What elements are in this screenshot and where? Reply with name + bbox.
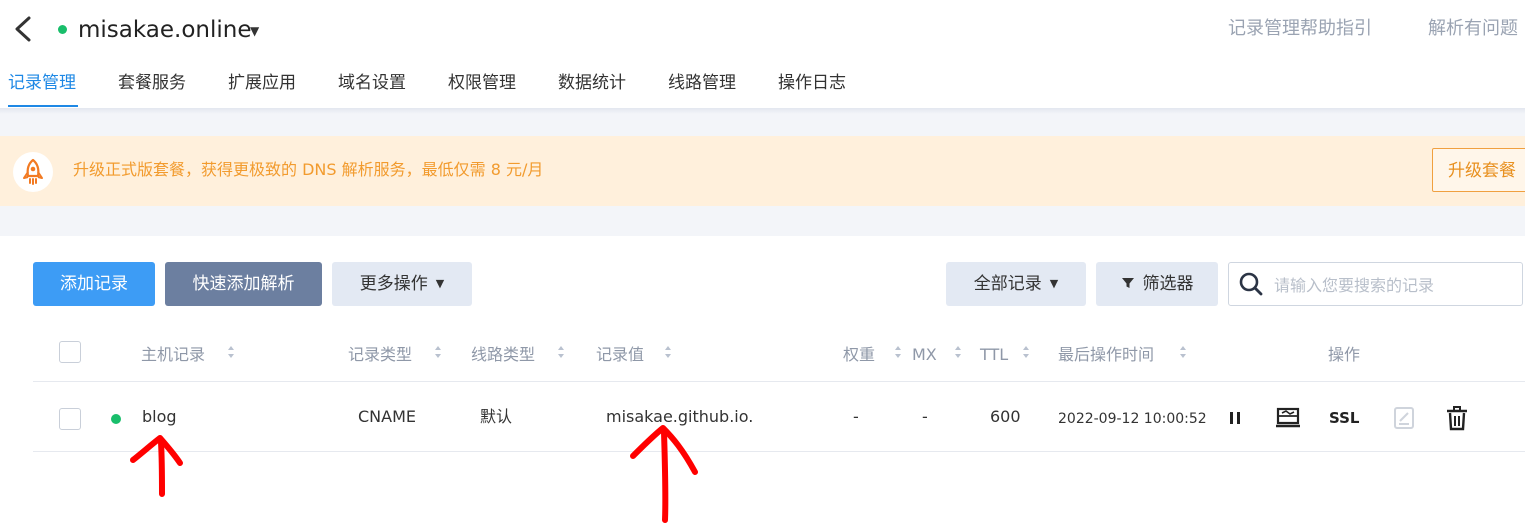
column-header-type[interactable]: 记录类型 xyxy=(348,343,412,367)
quick-add-label: 快速添加解析 xyxy=(192,274,295,294)
tab-domain-settings[interactable]: 域名设置 xyxy=(338,71,406,95)
all-records-label: 全部记录 xyxy=(973,274,1042,294)
annotation-arrow-value xyxy=(630,425,698,523)
resolution-issue-link[interactable]: 解析有问题 xyxy=(1428,16,1518,42)
more-operations-dropdown[interactable]: 更多操作 ▼ xyxy=(332,262,472,306)
pause-icon[interactable] xyxy=(1226,405,1244,431)
select-all-checkbox[interactable] xyxy=(59,341,81,363)
sort-icon[interactable] xyxy=(894,344,902,360)
more-operations-label: 更多操作 xyxy=(359,274,428,294)
active-tab-indicator xyxy=(8,105,78,107)
search-input[interactable] xyxy=(1272,268,1516,302)
domain-dropdown-caret-icon[interactable]: ▼ xyxy=(250,24,259,38)
cell-mx: - xyxy=(922,407,928,426)
sort-icon[interactable] xyxy=(434,344,442,360)
all-records-dropdown[interactable]: 全部记录 ▼ xyxy=(946,262,1086,306)
sort-icon[interactable] xyxy=(557,344,565,360)
record-enabled-status-dot xyxy=(111,414,121,424)
sort-icon[interactable] xyxy=(1022,344,1030,360)
table-header-divider xyxy=(33,381,1525,382)
column-header-host[interactable]: 主机记录 xyxy=(141,343,205,367)
tab-permissions[interactable]: 权限管理 xyxy=(448,71,516,95)
filter-button[interactable]: 筛选器 xyxy=(1096,262,1218,306)
column-header-ttl[interactable]: TTL xyxy=(980,343,1008,367)
tab-statistics[interactable]: 数据统计 xyxy=(558,71,626,95)
quick-add-resolution-button[interactable]: 快速添加解析 xyxy=(165,262,322,306)
column-header-actions: 操作 xyxy=(1328,345,1361,364)
tab-line-management[interactable]: 线路管理 xyxy=(668,71,736,95)
rocket-icon xyxy=(23,158,43,185)
domain-status-dot xyxy=(58,25,67,34)
monitor-icon[interactable] xyxy=(1274,405,1302,431)
add-record-button[interactable]: 添加记录 xyxy=(33,262,155,306)
search-icon[interactable] xyxy=(1238,271,1264,297)
column-header-mx[interactable]: MX xyxy=(912,343,937,367)
cell-line: 默认 xyxy=(480,407,513,426)
tab-extensions[interactable]: 扩展应用 xyxy=(228,71,296,95)
annotation-arrow-host xyxy=(130,435,183,497)
tab-package-service[interactable]: 套餐服务 xyxy=(118,71,186,95)
sort-icon[interactable] xyxy=(227,344,235,360)
upgrade-package-button[interactable]: 升级套餐 xyxy=(1432,148,1525,192)
cell-ttl: 600 xyxy=(990,407,1021,426)
funnel-icon xyxy=(1121,278,1134,288)
help-guide-link[interactable]: 记录管理帮助指引 xyxy=(1228,16,1372,42)
edit-icon[interactable] xyxy=(1392,405,1416,431)
column-header-weight[interactable]: 权重 xyxy=(843,343,875,367)
row-checkbox[interactable] xyxy=(59,408,81,430)
add-record-label: 添加记录 xyxy=(60,274,128,294)
table-row-divider xyxy=(33,451,1525,452)
tab-record-management[interactable]: 记录管理 xyxy=(8,71,76,95)
sort-icon[interactable] xyxy=(1179,344,1187,360)
banner-icon-circle xyxy=(13,152,53,192)
column-header-last-updated[interactable]: 最后操作时间 xyxy=(1058,343,1154,367)
caret-down-icon: ▼ xyxy=(435,277,445,290)
cell-type: CNAME xyxy=(358,407,416,426)
filter-label: 筛选器 xyxy=(1142,274,1194,294)
ssl-button[interactable]: SSL xyxy=(1329,405,1360,431)
sort-icon[interactable] xyxy=(954,344,962,360)
cell-host: blog xyxy=(142,407,177,426)
sort-icon[interactable] xyxy=(664,344,672,360)
back-chevron-icon[interactable] xyxy=(10,14,36,44)
column-header-line[interactable]: 线路类型 xyxy=(471,343,535,367)
column-header-value[interactable]: 记录值 xyxy=(596,343,644,367)
cell-weight: - xyxy=(853,407,859,426)
upgrade-banner-text: 升级正式版套餐，获得更极致的 DNS 解析服务，最低仅需 8 元/月 xyxy=(73,160,544,179)
domain-selector[interactable]: misakae.online xyxy=(78,14,252,46)
cell-last-updated: 2022-09-12 10:00:52 xyxy=(1058,411,1207,427)
tab-operation-log[interactable]: 操作日志 xyxy=(778,71,846,95)
delete-icon[interactable] xyxy=(1445,405,1469,431)
caret-down-icon: ▼ xyxy=(1049,277,1059,290)
